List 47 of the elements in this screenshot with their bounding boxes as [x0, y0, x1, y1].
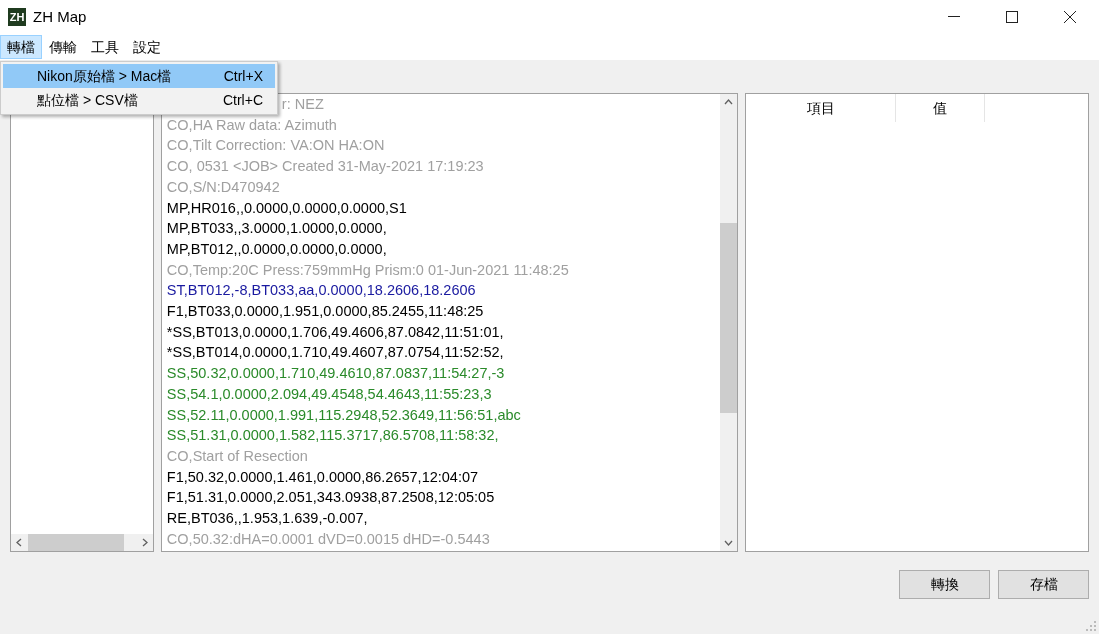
menu-option-label: 點位檔 > CSV檔	[37, 90, 138, 110]
text-line: F1,51.31,0.0000,2.051,343.0938,87.2508,12:05:05	[166, 488, 495, 508]
scroll-thumb[interactable]	[720, 223, 738, 413]
text-line: r: NEZ	[281, 95, 324, 114]
text-area[interactable]	[160, 93, 739, 552]
text-line: SS,51.31,0.0000,1.582,115.3717,86.5708,11:58:32,	[166, 426, 499, 446]
text-line: *SS,BT013,0.0000,1.706,49.4606,87.0842,11:51:01,	[166, 322, 504, 342]
column-header[interactable]: 值	[896, 94, 986, 122]
text-line: CO,50.32:dHA=0.0001 dVD=0.0015 dHD=-0.5443	[166, 529, 490, 549]
menu-item[interactable]: 傳輸	[42, 35, 84, 59]
menu-option[interactable]: Nikon原始檔 > Mac檔 Ctrl+X	[3, 64, 275, 88]
text-line: RE,BT036,,1.953,1.639,-0.007,	[166, 509, 368, 529]
text-line: F1,BT033,0.0000,1.951,0.0000,85.2455,11:48:25	[166, 302, 484, 322]
text-line: ST,BT012,-8,BT033,aa,0.0000,18.2606,18.2606	[166, 281, 476, 301]
text-line: MP,BT012,,0.0000,0.0000,0.0000,	[166, 239, 387, 259]
text-line: CO,S/N:D470942	[166, 177, 280, 197]
shortcut-label: Ctrl+C	[222, 90, 263, 110]
text-line: MP,BT033,,3.0000,1.0000,0.0000,	[166, 219, 387, 239]
maximize-icon	[1006, 11, 1018, 23]
scroll-thumb[interactable]	[28, 534, 124, 551]
close-icon	[1064, 11, 1076, 23]
text-line: CO,Tilt Correction: VA:ON HA:ON	[166, 136, 385, 156]
menu-item[interactable]: 轉檔	[0, 35, 42, 59]
app-logo: ZH	[8, 8, 26, 26]
text-line: MP,HR016,,0.0000,0.0000,0.0000,S1	[166, 198, 407, 218]
horizontal-scrollbar[interactable]	[11, 534, 153, 551]
text-line: CO,Start of Resection	[166, 446, 308, 466]
column-header[interactable]: 項目	[746, 94, 897, 122]
action-button[interactable]: 轉換	[899, 570, 990, 599]
text-line: *SS,BT014,0.0000,1.710,49.4607,87.0754,11:52:52,	[166, 343, 504, 363]
window-title: ZH Map	[33, 6, 87, 27]
text-line: CO, 0531 <JOB> Created 31-May-2021 17:19:23	[166, 157, 484, 177]
text-line: CO,Temp:20C Press:759mmHg Prism:0 01-Jun-2021 11:48:25	[166, 260, 569, 280]
vertical-scrollbar[interactable]	[720, 94, 738, 551]
action-button[interactable]: 存檔	[998, 570, 1089, 599]
shortcut-label: Ctrl+X	[223, 66, 263, 86]
resize-grip-icon[interactable]	[1086, 621, 1096, 631]
minimize-icon	[948, 16, 960, 18]
text-line: SS,52.11,0.0000,1.991,115.2948,52.3649,11:56:51,abc	[166, 405, 521, 425]
menu-option-label: Nikon原始檔 > Mac檔	[37, 66, 172, 86]
text-line: SS,50.32,0.0000,1.710,49.4610,87.0837,11:54:27,-3	[166, 364, 505, 384]
menu-option[interactable]: 點位檔 > CSV檔 Ctrl+C	[3, 88, 275, 112]
text-line: SS,54.1,0.0000,2.094,49.4548,54.4643,11:55:23,3	[166, 384, 492, 404]
text-line: F1,50.32,0.0000,1.461,0.0000,86.2657,12:04:07	[166, 467, 479, 487]
menu-item[interactable]: 設定	[126, 35, 168, 59]
menu-item[interactable]: 工具	[84, 35, 126, 59]
text-line: CO,HA Raw data: Azimuth	[166, 115, 337, 135]
